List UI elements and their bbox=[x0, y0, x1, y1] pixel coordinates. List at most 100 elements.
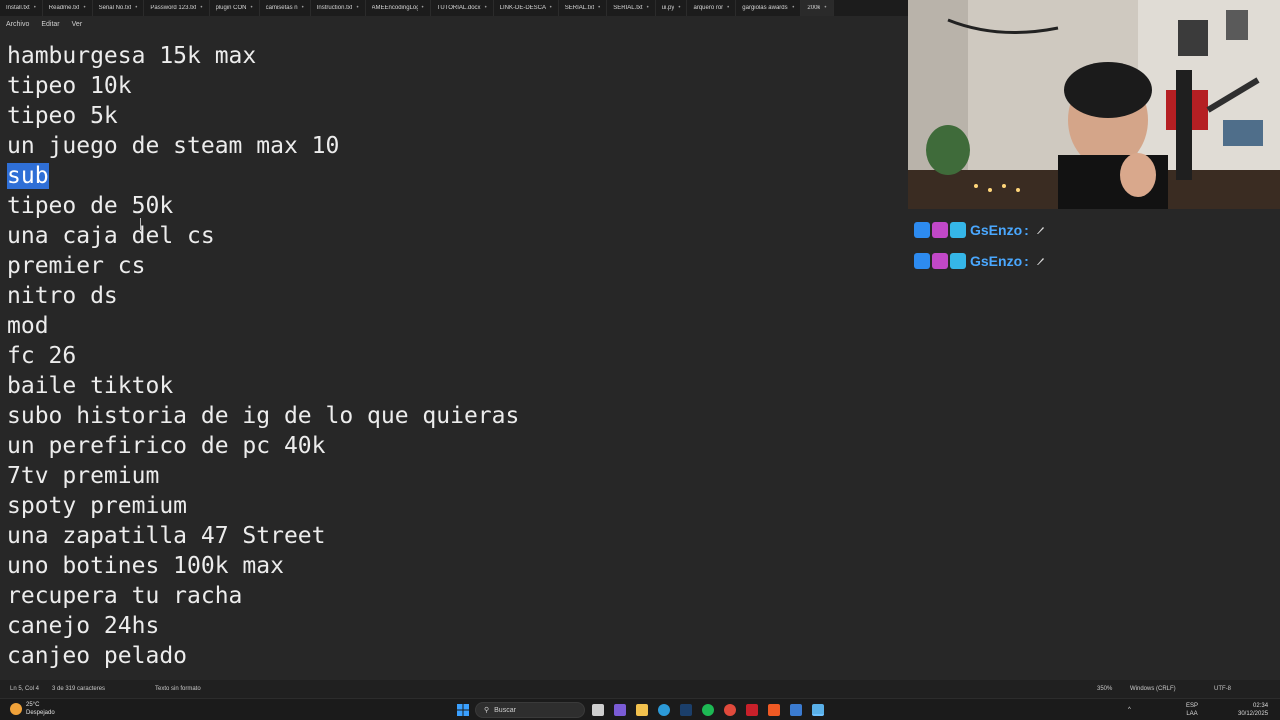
clock-time: 02:34 bbox=[1253, 703, 1269, 709]
tab[interactable]: Instruction.txt • bbox=[311, 0, 366, 16]
sun-icon bbox=[10, 703, 22, 715]
tab-close-icon[interactable]: • bbox=[356, 5, 358, 11]
line-text: tipeo 10k bbox=[7, 73, 132, 99]
tab-close-icon[interactable]: • bbox=[550, 5, 552, 11]
chat-username[interactable]: GsEnzo bbox=[970, 253, 1022, 269]
editor-line: un perefirico de pc 40k bbox=[7, 431, 326, 461]
menu-edit[interactable]: Editar bbox=[35, 21, 65, 28]
editor-line: un juego de steam max 10 bbox=[7, 131, 339, 161]
taskbar-search[interactable]: ⚲ Buscar bbox=[475, 702, 585, 718]
editor-line: una zapatilla 47 Street bbox=[7, 521, 326, 551]
task-view-icon[interactable] bbox=[592, 704, 604, 716]
editor-line: fc 26 bbox=[7, 341, 76, 371]
tab[interactable]: 200k • bbox=[801, 0, 834, 16]
tab-label: TUTORIAL.docx bbox=[436, 5, 481, 11]
tab[interactable]: TUTORIAL.docx • bbox=[431, 0, 494, 16]
tab[interactable]: SERIAL.txt • bbox=[607, 0, 656, 16]
sword-badge-icon bbox=[914, 253, 930, 269]
weather-widget[interactable]: 25°C Despejado bbox=[10, 701, 55, 717]
cursor-position: Ln 5, Col 4 bbox=[10, 686, 40, 692]
windows-start-icon[interactable] bbox=[457, 704, 469, 716]
app-icon[interactable] bbox=[746, 704, 758, 716]
menu-view[interactable]: Ver bbox=[66, 21, 89, 28]
tab[interactable]: Install.txt • bbox=[0, 0, 43, 16]
tab-label: SERIAL.txt bbox=[613, 5, 643, 11]
chrome-icon[interactable] bbox=[724, 704, 736, 716]
tab-bar: Install.txt • Readme.txt • Serial No.txt • Pas… bbox=[0, 0, 908, 16]
tab-close-icon[interactable]: • bbox=[135, 5, 137, 11]
line-text: subo historia de ig de lo que quieras bbox=[7, 403, 520, 429]
line-text: tipeo de 50k bbox=[7, 193, 174, 219]
status-bar: Ln 5, Col 4 3 de 319 caracteres Texto si… bbox=[0, 680, 1280, 698]
editor-line: una caja del cs bbox=[7, 221, 215, 251]
chat-message: GsEnzo : bbox=[914, 253, 1045, 269]
steam-icon[interactable] bbox=[680, 704, 692, 716]
editor-line: canejo 24hs bbox=[7, 611, 159, 641]
zoom-level[interactable]: 350% bbox=[1097, 686, 1112, 692]
line-text: 7tv premium bbox=[7, 463, 160, 489]
tab[interactable]: Serial No.txt • bbox=[93, 0, 145, 16]
tab[interactable]: ui.py • bbox=[656, 0, 688, 16]
tab-close-icon[interactable]: • bbox=[34, 5, 36, 11]
line-text: canjeo pelado bbox=[7, 643, 188, 669]
tab-close-icon[interactable]: • bbox=[302, 5, 304, 11]
tab[interactable]: plugin CON • bbox=[210, 0, 260, 16]
emote-icon bbox=[1036, 227, 1044, 234]
tab-close-icon[interactable]: • bbox=[200, 5, 202, 11]
editor-line: premier cs bbox=[7, 251, 145, 281]
tab-label: 200k bbox=[807, 5, 821, 11]
tab-close-icon[interactable]: • bbox=[792, 5, 794, 11]
tab-close-icon[interactable]: • bbox=[83, 5, 85, 11]
tab-close-icon[interactable]: • bbox=[727, 5, 729, 11]
editor-line: uno botines 100k max bbox=[7, 551, 284, 581]
tab-label: arquero ror bbox=[693, 5, 724, 11]
line-text: hamburgesa 15k max bbox=[7, 43, 257, 69]
controller-badge-icon bbox=[932, 253, 948, 269]
edge-icon[interactable] bbox=[658, 704, 670, 716]
tab-close-icon[interactable]: • bbox=[678, 5, 680, 11]
tab[interactable]: camisetas n • bbox=[260, 0, 311, 16]
vscode-icon[interactable] bbox=[790, 704, 802, 716]
tab[interactable]: AMEEncodingLog • bbox=[366, 0, 431, 16]
encoding[interactable]: UTF-8 bbox=[1214, 686, 1231, 692]
weather-text: 25°C Despejado bbox=[26, 701, 55, 717]
tab[interactable]: arquero ror • bbox=[687, 0, 737, 16]
tab[interactable]: gargiolas awards.t • bbox=[736, 0, 802, 16]
tab-close-icon[interactable]: • bbox=[598, 5, 600, 11]
chat-panel bbox=[908, 209, 1280, 680]
tab[interactable]: Readme.txt • bbox=[43, 0, 93, 16]
webcam-overlay bbox=[908, 0, 1280, 209]
editor-line: tipeo 10k bbox=[7, 71, 132, 101]
spotify-icon[interactable] bbox=[702, 704, 714, 716]
line-text: una caja del cs bbox=[7, 223, 215, 249]
search-icon: ⚲ bbox=[484, 707, 490, 714]
tab[interactable]: LINK-DE-DESCAR • bbox=[494, 0, 559, 16]
line-text: uno botines 100k max bbox=[7, 553, 284, 579]
chat-username[interactable]: GsEnzo bbox=[970, 222, 1022, 238]
selected-text: sub bbox=[7, 163, 49, 189]
tab-label: SERIAL.txt bbox=[564, 5, 595, 11]
tab-close-icon[interactable]: • bbox=[485, 5, 487, 11]
tab[interactable]: Password 123.txt • bbox=[144, 0, 210, 16]
tab-close-icon[interactable]: • bbox=[251, 5, 253, 11]
tab-label: ui.py bbox=[661, 5, 675, 11]
notepad-icon[interactable] bbox=[812, 704, 824, 716]
tray-chevron-icon[interactable]: ^ bbox=[1128, 706, 1131, 714]
brave-icon[interactable] bbox=[768, 704, 780, 716]
menu-file[interactable]: Archivo bbox=[0, 21, 35, 28]
teams-icon[interactable] bbox=[614, 704, 626, 716]
line-ending[interactable]: Windows (CRLF) bbox=[1130, 686, 1176, 692]
tab[interactable]: SERIAL.txt • bbox=[559, 0, 608, 16]
file-explorer-icon[interactable] bbox=[636, 704, 648, 716]
menu-bar: Archivo Editar Ver bbox=[0, 16, 908, 32]
chat-separator: : bbox=[1024, 253, 1029, 269]
editor-line: 7tv premium bbox=[7, 461, 159, 491]
clock[interactable]: 02:34 30/12/2025 bbox=[1238, 702, 1268, 718]
tab-close-icon[interactable]: • bbox=[647, 5, 649, 11]
editor-line: spoty premium bbox=[7, 491, 187, 521]
line-text: recupera tu racha bbox=[7, 583, 243, 609]
tab-close-icon[interactable]: • bbox=[422, 5, 424, 11]
tab-close-icon[interactable]: • bbox=[824, 5, 826, 11]
language-indicator[interactable]: ESP LAA bbox=[1186, 702, 1198, 718]
text-editor[interactable]: hamburgesa 15k max tipeo 10k tipeo 5k un ju… bbox=[0, 32, 908, 680]
